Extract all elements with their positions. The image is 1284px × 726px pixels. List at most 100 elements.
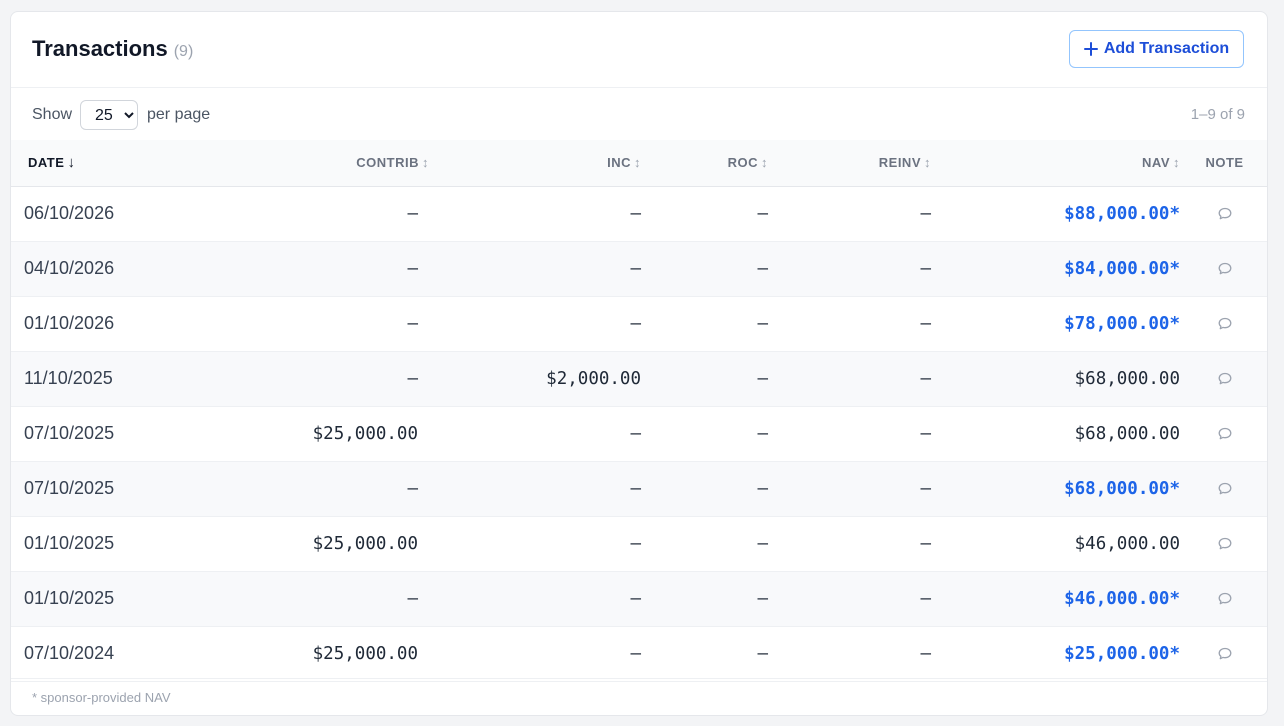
cell-note [1180, 351, 1267, 406]
cell-contrib: — [407, 368, 418, 389]
cell-reinv: — [920, 423, 931, 444]
cell-inc: — [630, 533, 641, 554]
column-label: ROC [727, 155, 758, 171]
table-header-row: DATE ↓ CONTRIB ↕ INC ↕ ROC ↕ REINV ↕ NAV ↕ [11, 140, 1267, 186]
speech-bubble-icon[interactable] [1217, 426, 1233, 442]
table-row[interactable]: 07/10/2025 $25,000.00 — — — $68,000.00 [11, 406, 1267, 461]
table-row[interactable]: 11/10/2025 — $2,000.00 — — $68,000.00 [11, 351, 1267, 406]
cell-contrib: $25,000.00 [312, 643, 418, 664]
table-row[interactable]: 01/10/2026 — — — — $78,000.00* [11, 296, 1267, 351]
per-page-select[interactable]: 25 [80, 100, 138, 130]
cell-nav: $78,000.00* [1064, 313, 1180, 334]
cell-roc: — [757, 368, 768, 389]
cell-nav: $25,000.00* [1064, 643, 1180, 664]
cell-date: 01/10/2025 [24, 588, 115, 608]
sort-icon: ↕ [422, 155, 429, 171]
cell-inc: — [630, 423, 641, 444]
cell-reinv: — [920, 203, 931, 224]
speech-bubble-icon[interactable] [1217, 536, 1233, 552]
add-transaction-button[interactable]: Add Transaction [1069, 30, 1244, 68]
cell-reinv: — [920, 643, 931, 664]
cell-reinv: — [920, 368, 931, 389]
cell-nav: $46,000.00* [1064, 588, 1180, 609]
card-header: Transactions (9) Add Transaction [11, 12, 1267, 88]
sort-icon: ↕ [1173, 155, 1180, 171]
table-row[interactable]: 04/10/2026 — — — — $84,000.00* [11, 241, 1267, 296]
cell-contrib: — [407, 313, 418, 334]
transactions-table: DATE ↓ CONTRIB ↕ INC ↕ ROC ↕ REINV ↕ NAV ↕ [11, 140, 1267, 682]
speech-bubble-icon[interactable] [1217, 646, 1233, 662]
cell-reinv: — [920, 313, 931, 334]
cell-note [1180, 406, 1267, 461]
cell-note [1180, 241, 1267, 296]
speech-bubble-icon[interactable] [1217, 591, 1233, 607]
table-row[interactable]: 01/10/2025 — — — — $46,000.00* [11, 571, 1267, 626]
sort-icon: ↕ [924, 155, 931, 171]
cell-inc: — [630, 643, 641, 664]
cell-roc: — [757, 478, 768, 499]
column-header-roc[interactable]: ROC ↕ [641, 140, 768, 186]
cell-reinv: — [920, 533, 931, 554]
speech-bubble-icon[interactable] [1217, 316, 1233, 332]
column-header-contrib[interactable]: CONTRIB ↕ [151, 140, 429, 186]
column-header-note: NOTE [1180, 140, 1267, 186]
column-label: NAV [1142, 155, 1170, 171]
cell-roc: — [757, 203, 768, 224]
cell-reinv: — [920, 478, 931, 499]
column-label: INC [607, 155, 631, 171]
cell-inc: — [630, 313, 641, 334]
table-controls: Show 25 per page 1–9 of 9 [11, 88, 1267, 140]
cell-nav: $68,000.00 [1074, 368, 1180, 389]
table-row[interactable]: 07/10/2025 — — — — $68,000.00* [11, 461, 1267, 516]
column-label: CONTRIB [356, 155, 419, 171]
page-title: Transactions (9) [32, 36, 193, 62]
speech-bubble-icon[interactable] [1217, 371, 1233, 387]
cell-contrib: $25,000.00 [312, 423, 418, 444]
cell-inc: — [630, 478, 641, 499]
cell-nav: $68,000.00 [1074, 423, 1180, 444]
speech-bubble-icon[interactable] [1217, 481, 1233, 497]
table-row[interactable]: 07/10/2024 $25,000.00 — — — $25,000.00* [11, 626, 1267, 681]
cell-nav: $46,000.00 [1074, 533, 1180, 554]
sort-icon: ↕ [634, 155, 641, 171]
table-row[interactable]: 06/10/2026 — — — — $88,000.00* [11, 186, 1267, 241]
cell-contrib: — [407, 588, 418, 609]
cell-nav: $88,000.00* [1064, 203, 1180, 224]
speech-bubble-icon[interactable] [1217, 261, 1233, 277]
transactions-card: Transactions (9) Add Transaction Show 25 … [10, 11, 1268, 716]
column-label: DATE [28, 155, 65, 171]
cell-date: 01/10/2025 [24, 533, 115, 553]
cell-date: 11/10/2025 [24, 368, 113, 388]
cell-date: 06/10/2026 [24, 203, 115, 223]
show-label: Show [32, 106, 73, 123]
cell-contrib: $25,000.00 [312, 533, 418, 554]
pagination-range: 1–9 of 9 [1190, 106, 1245, 123]
cell-nav: $84,000.00* [1064, 258, 1180, 279]
column-header-reinv[interactable]: REINV ↕ [768, 140, 931, 186]
footer-divider [11, 678, 1267, 679]
table-row[interactable]: 01/10/2025 $25,000.00 — — — $46,000.00 [11, 516, 1267, 571]
cell-roc: — [757, 313, 768, 334]
transaction-count: (9) [173, 43, 194, 60]
cell-note [1180, 626, 1267, 681]
column-label: NOTE [1205, 155, 1244, 171]
column-header-date[interactable]: DATE ↓ [11, 140, 151, 186]
cell-reinv: — [920, 588, 931, 609]
sort-desc-icon: ↓ [67, 154, 76, 172]
footnote: * sponsor-provided NAV [32, 690, 171, 705]
cell-note [1180, 461, 1267, 516]
cell-contrib: — [407, 203, 418, 224]
cell-inc: — [630, 203, 641, 224]
cell-note [1180, 516, 1267, 571]
title-text: Transactions [32, 36, 168, 61]
column-header-nav[interactable]: NAV ↕ [931, 140, 1180, 186]
cell-date: 07/10/2025 [24, 478, 115, 498]
cell-inc: — [630, 258, 641, 279]
column-header-inc[interactable]: INC ↕ [429, 140, 641, 186]
speech-bubble-icon[interactable] [1217, 206, 1233, 222]
per-page-label: per page [147, 106, 211, 123]
cell-note [1180, 186, 1267, 241]
cell-inc: — [630, 588, 641, 609]
cell-contrib: — [407, 258, 418, 279]
cell-contrib: — [407, 478, 418, 499]
